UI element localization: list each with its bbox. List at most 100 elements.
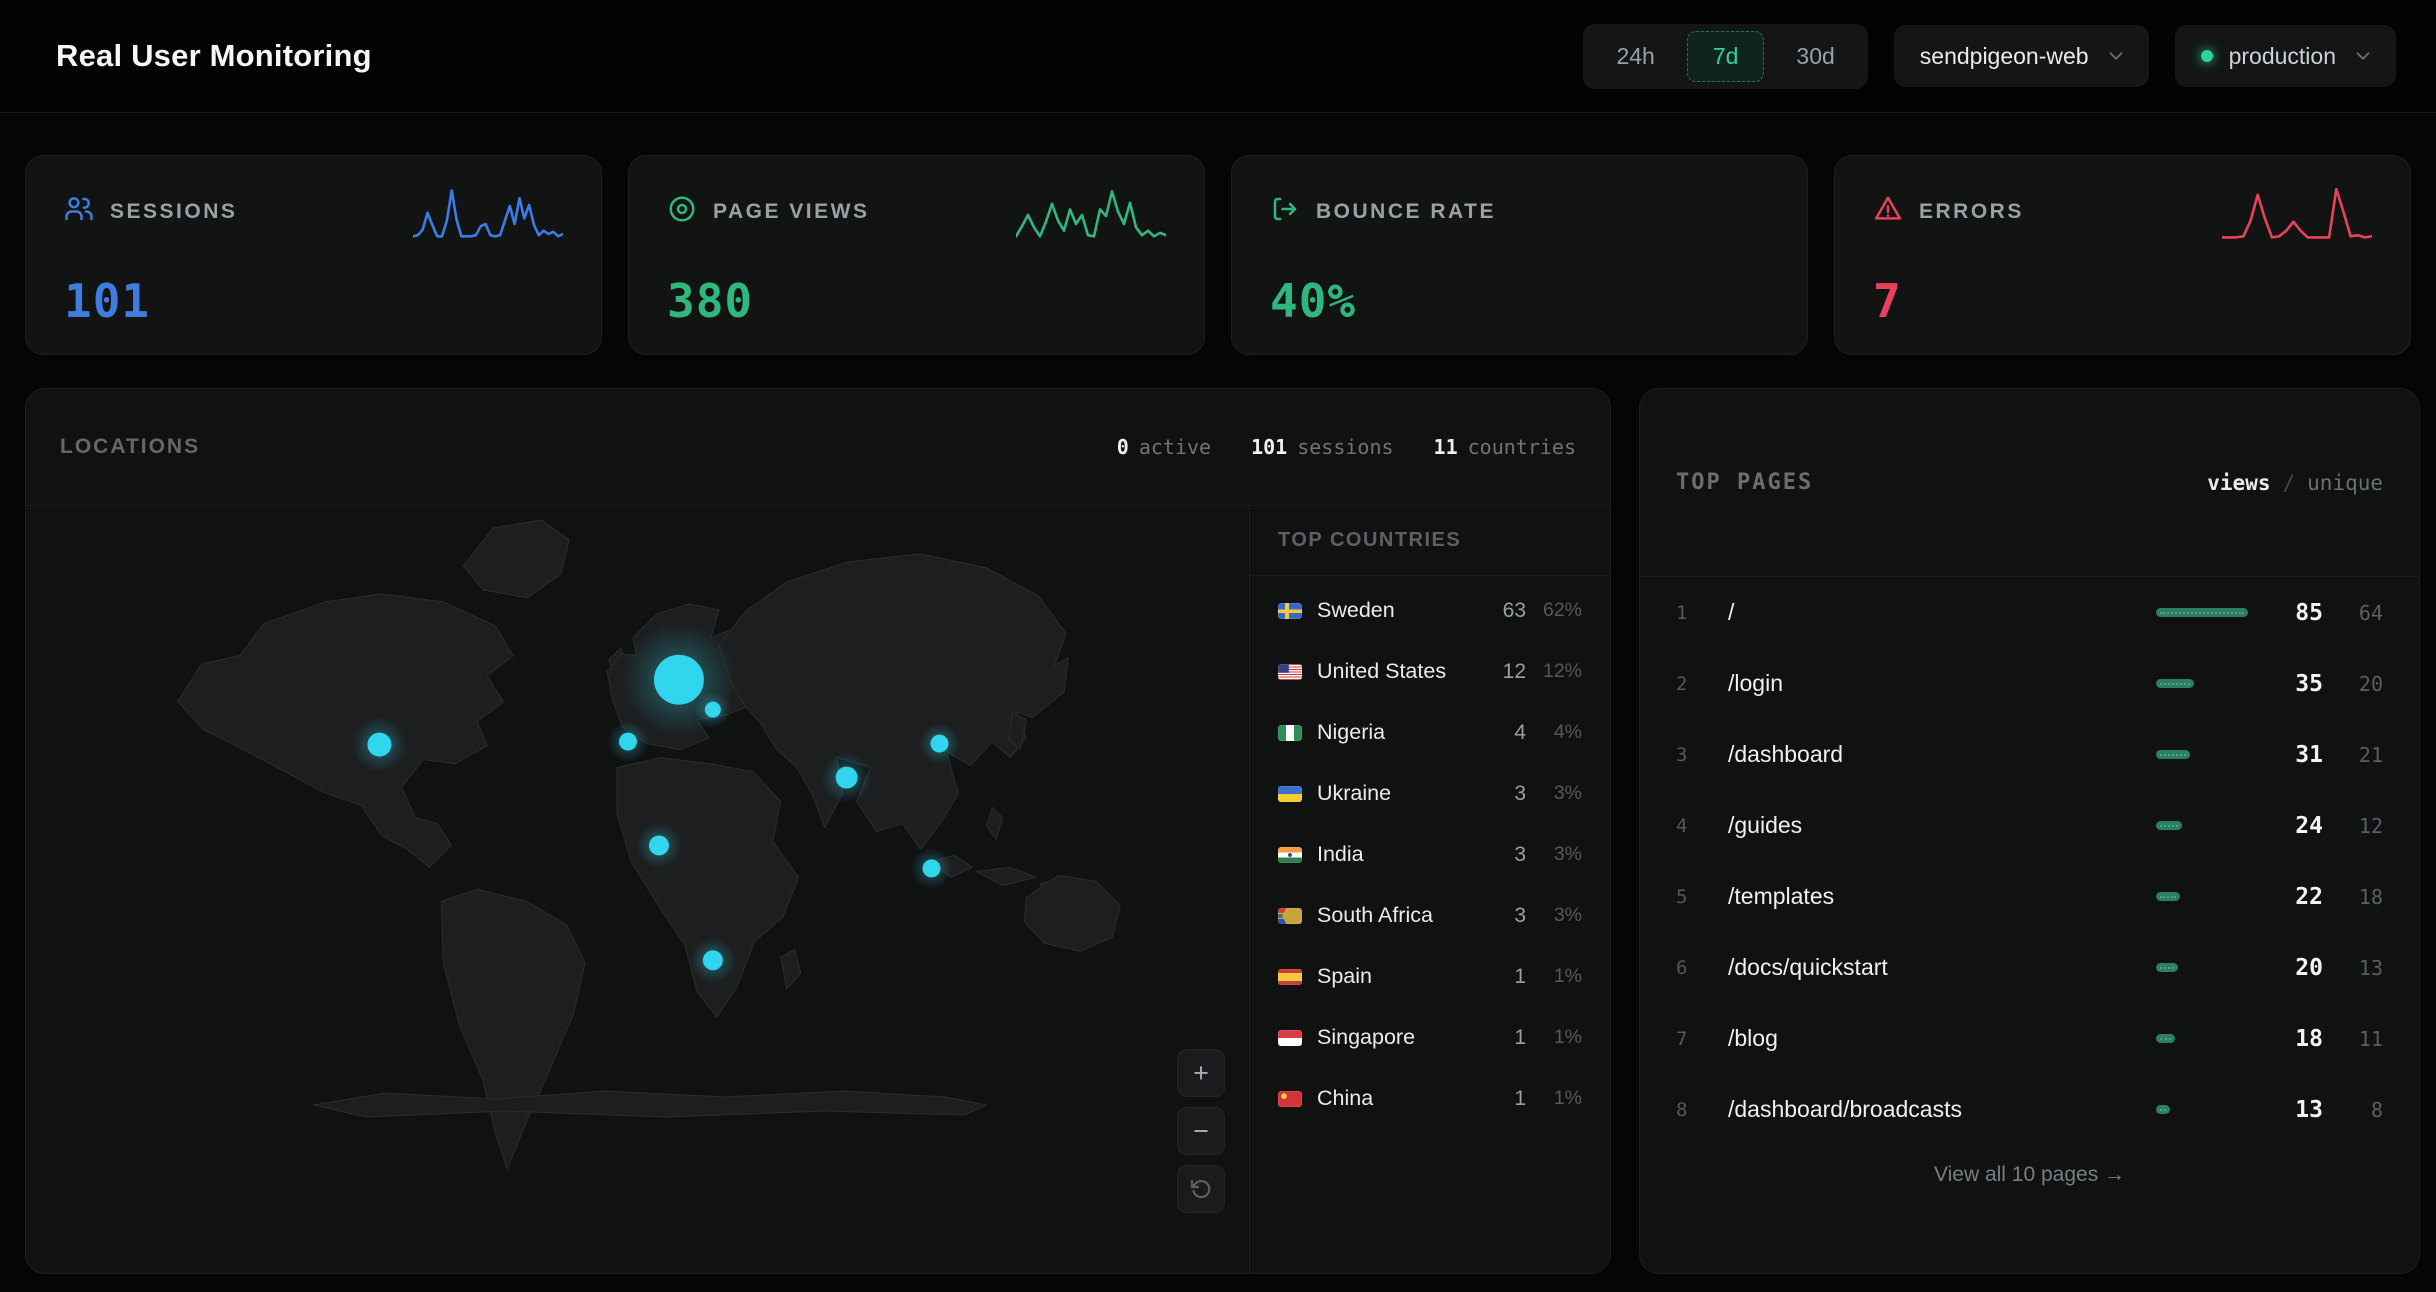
page-path: /guides [1728, 812, 1802, 839]
country-percent: 62% [1526, 599, 1582, 622]
country-sessions: 1 [1474, 965, 1526, 989]
page-unique-value: 12 [2323, 814, 2383, 838]
time-range-control: 24h7d30d [1583, 24, 1867, 89]
page-views-sparkline [1016, 186, 1166, 244]
country-name: China [1317, 1086, 1373, 1111]
country-sessions: 12 [1474, 660, 1526, 684]
page-rank: 5 [1676, 886, 1710, 908]
flag-es-icon [1278, 969, 1302, 985]
header-controls: 24h7d30d sendpigeon-web production [1583, 24, 2396, 89]
toggle-unique[interactable]: unique [2307, 471, 2383, 495]
page-row-3[interactable]: 3/dashboard3121 [1676, 719, 2383, 790]
page-row-6[interactable]: 6/docs/quickstart2013 [1676, 932, 2383, 1003]
page-path: /blog [1728, 1025, 1778, 1052]
card-page-views: PAGE VIEWS380 [628, 155, 1205, 355]
project-dropdown[interactable]: sendpigeon-web [1894, 25, 2149, 87]
map-dot-sweden[interactable] [654, 655, 704, 705]
page-views-value: 13 [2251, 1097, 2323, 1123]
page-views-value: 85 [2251, 600, 2323, 626]
page-views-bar [2156, 892, 2180, 901]
map-zoom-out-button[interactable]: − [1177, 1107, 1225, 1155]
page-rank: 1 [1676, 602, 1710, 624]
page-rank: 6 [1676, 957, 1710, 979]
toggle-views[interactable]: views [2207, 471, 2270, 495]
flag-ua-icon [1278, 786, 1302, 802]
country-row-za[interactable]: South Africa33% [1278, 885, 1582, 946]
country-row-ua[interactable]: Ukraine33% [1278, 763, 1582, 824]
map-dot-united-states[interactable] [367, 733, 391, 757]
card-sessions: SESSIONS101 [25, 155, 602, 355]
page-row-5[interactable]: 5/templates2218 [1676, 861, 2383, 932]
time-range-24h[interactable]: 24h [1590, 31, 1680, 82]
country-name: Singapore [1317, 1025, 1415, 1050]
world-map-canvas[interactable] [26, 506, 1249, 1274]
map-dot-spain[interactable] [619, 733, 637, 751]
page-unique-value: 20 [2323, 672, 2383, 696]
country-percent: 3% [1526, 904, 1582, 927]
country-row-ng[interactable]: Nigeria44% [1278, 702, 1582, 763]
page-row-8[interactable]: 8/dashboard/broadcasts138 [1676, 1074, 2383, 1145]
country-name: Nigeria [1317, 720, 1385, 745]
time-range-7d[interactable]: 7d [1687, 31, 1765, 82]
page-path: /login [1728, 670, 1783, 697]
map-dot-singapore[interactable] [923, 859, 941, 877]
card-value: 101 [64, 274, 563, 328]
environment-dropdown[interactable]: production [2175, 25, 2396, 87]
page-unique-value: 8 [2323, 1098, 2383, 1122]
page-path: /dashboard [1728, 741, 1843, 768]
plus-icon: + [1193, 1060, 1209, 1087]
card-value: 380 [667, 274, 1166, 328]
top-countries-header: TOP COUNTRIES [1250, 506, 1610, 576]
view-all-pages-link[interactable]: View all 10 pages → [1640, 1163, 2419, 1187]
top-pages-title: TOP PAGES [1676, 470, 1813, 495]
page-unique-value: 21 [2323, 743, 2383, 767]
map-dot-india[interactable] [836, 767, 858, 789]
country-sessions: 4 [1474, 721, 1526, 745]
country-row-cn[interactable]: China11% [1278, 1068, 1582, 1129]
flag-ng-icon [1278, 725, 1302, 741]
toggle-separator: / [2282, 471, 2295, 495]
time-range-30d[interactable]: 30d [1770, 31, 1860, 82]
page-row-4[interactable]: 4/guides2412 [1676, 790, 2383, 861]
country-percent: 3% [1526, 843, 1582, 866]
bounce-icon [1270, 194, 1300, 229]
minus-icon: − [1193, 1118, 1209, 1145]
map-dot-nigeria[interactable] [649, 835, 669, 855]
flag-cn-icon [1278, 1091, 1302, 1107]
flag-za-icon [1278, 908, 1302, 924]
map-zoom-in-button[interactable]: + [1177, 1049, 1225, 1097]
locations-body: + − TOP COUNTRIES Sweden6362%United Stat… [26, 506, 1610, 1273]
country-row-in[interactable]: India33% [1278, 824, 1582, 885]
world-map[interactable]: + − [26, 506, 1249, 1273]
top-countries-title: TOP COUNTRIES [1278, 529, 1461, 552]
stat-label: countries [1468, 435, 1576, 459]
page-unique-value: 11 [2323, 1027, 2383, 1051]
page-views-value: 22 [2251, 884, 2323, 910]
card-bounce-rate: BOUNCE RATE40% [1231, 155, 1808, 355]
locations-stat-countries: 11countries [1434, 435, 1576, 459]
page-row-7[interactable]: 7/blog1811 [1676, 1003, 2383, 1074]
locations-stat-active: 0active [1117, 435, 1211, 459]
page-unique-value: 64 [2323, 601, 2383, 625]
reset-rotate-ccw-icon [1189, 1177, 1213, 1201]
country-sessions: 1 [1474, 1087, 1526, 1111]
page-row-1[interactable]: 1/8564 [1676, 577, 2383, 648]
environment-dropdown-value: production [2229, 43, 2336, 70]
country-sessions: 3 [1474, 904, 1526, 928]
country-sessions: 63 [1474, 599, 1526, 623]
country-row-us[interactable]: United States1212% [1278, 641, 1582, 702]
country-sessions: 3 [1474, 843, 1526, 867]
map-reset-button[interactable] [1177, 1165, 1225, 1213]
country-row-se[interactable]: Sweden6362% [1278, 580, 1582, 641]
country-row-sg[interactable]: Singapore11% [1278, 1007, 1582, 1068]
map-dot-south-africa[interactable] [703, 950, 723, 970]
card-label: BOUNCE RATE [1316, 200, 1496, 224]
map-dot-ukraine[interactable] [705, 702, 721, 718]
map-dot-china[interactable] [930, 735, 948, 753]
page-rank: 4 [1676, 815, 1710, 837]
page-row-2[interactable]: 2/login3520 [1676, 648, 2383, 719]
card-bounce-rate-top: BOUNCE RATE [1270, 186, 1769, 229]
country-row-es[interactable]: Spain11% [1278, 946, 1582, 1007]
page-rank: 7 [1676, 1028, 1710, 1050]
page-rank: 8 [1676, 1099, 1710, 1121]
